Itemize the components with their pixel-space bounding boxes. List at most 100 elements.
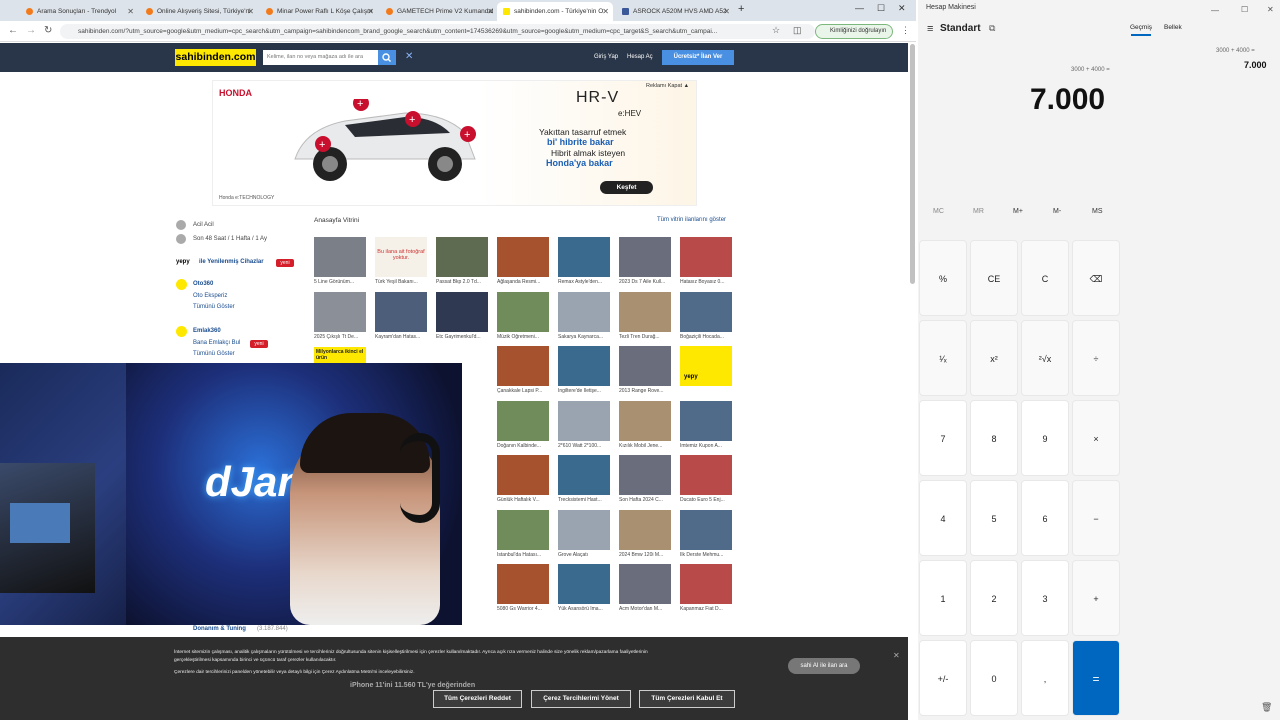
listing-thumbnail[interactable] bbox=[558, 455, 610, 495]
calc-key[interactable]: CE bbox=[970, 240, 1018, 316]
listing-caption[interactable]: İstanbul'da Hatası... bbox=[497, 552, 553, 558]
calc-key[interactable]: ⌫ bbox=[1072, 240, 1120, 316]
register-link[interactable]: Hesap Aç bbox=[627, 54, 653, 60]
close-tab-icon[interactable]: ✕ bbox=[127, 7, 134, 16]
calc-maximize-icon[interactable]: ☐ bbox=[1241, 5, 1248, 14]
calc-key[interactable]: 4 bbox=[919, 480, 967, 556]
forward-icon[interactable]: → bbox=[26, 25, 36, 36]
close-tab-icon[interactable]: ✕ bbox=[367, 7, 374, 16]
history-tab[interactable]: Geçmiş bbox=[1130, 24, 1152, 31]
listing-caption[interactable]: Sakarya Kaynarca... bbox=[558, 334, 614, 340]
accept-cookies-button[interactable]: Tüm Çerezleri Kabul Et bbox=[639, 690, 735, 708]
listing-thumbnail[interactable] bbox=[619, 564, 671, 604]
listing-caption[interactable]: Son Hafta 2024 C... bbox=[619, 497, 675, 503]
tab-trendyol-1[interactable]: Arama Sonuçları - Trendyol ✕ bbox=[20, 2, 138, 21]
mem-ms[interactable]: MS bbox=[1092, 208, 1103, 215]
listing-thumbnail[interactable] bbox=[619, 237, 671, 277]
listing-caption[interactable]: Passat Bkp 2.0 Td... bbox=[436, 279, 492, 285]
nav-oto360[interactable]: Oto360 bbox=[193, 281, 213, 287]
tab-trendyol-2[interactable]: Online Alışveriş Sitesi, Türkiye'ni ✕ bbox=[140, 2, 258, 21]
mem-mc[interactable]: MC bbox=[933, 208, 944, 215]
maximize-icon[interactable]: ☐ bbox=[877, 3, 885, 14]
listing-caption[interactable]: Acm Motor'dan M... bbox=[619, 606, 675, 612]
listing-thumbnail[interactable] bbox=[497, 564, 549, 604]
listing-caption[interactable]: Hatasız Boyasız 0... bbox=[680, 279, 736, 285]
listing-thumbnail[interactable] bbox=[680, 509, 732, 550]
listing-thumbnail[interactable] bbox=[558, 509, 610, 550]
calc-key[interactable]: 2 bbox=[970, 560, 1018, 636]
listing-caption[interactable]: 2025 Çıkışlı Tt De... bbox=[314, 334, 370, 340]
listing-caption[interactable]: Çanakkale Lapsi P... bbox=[497, 388, 553, 394]
listing-thumbnail[interactable] bbox=[619, 291, 671, 332]
calc-minimize-icon[interactable]: — bbox=[1211, 6, 1219, 15]
calc-key[interactable]: 5 bbox=[970, 480, 1018, 556]
menu-dots-icon[interactable]: ⋮ bbox=[901, 25, 910, 36]
tab-trendyol-3[interactable]: Minar Power Raflı L Köşe Çalışm ✕ bbox=[260, 2, 378, 21]
minimize-icon[interactable]: — bbox=[855, 3, 864, 13]
honda-ad-banner[interactable]: HONDA Reklamı Kapat ▲ + + + + HR-V e:HEV… bbox=[212, 80, 697, 206]
ai-search-bubble[interactable]: sahi AI ile ilan ara bbox=[788, 658, 860, 674]
cookie-close-icon[interactable]: ✕ bbox=[893, 651, 900, 660]
listing-thumbnail[interactable] bbox=[436, 291, 488, 332]
hamburger-menu-icon[interactable]: ≡ bbox=[927, 23, 933, 35]
nav-oto-expert[interactable]: Oto Eksperiz bbox=[193, 293, 227, 299]
close-ad-link[interactable]: Reklamı Kapat ▲ bbox=[646, 83, 689, 89]
listing-caption[interactable]: Kayram'dan Hatas... bbox=[375, 334, 431, 340]
close-tab-icon[interactable]: ✕ bbox=[247, 7, 254, 16]
listing-caption[interactable]: Boğaziçili Hocada... bbox=[680, 334, 736, 340]
calc-key[interactable]: +/- bbox=[919, 640, 967, 716]
listing-thumbnail[interactable] bbox=[497, 400, 549, 441]
calc-key[interactable]: x² bbox=[970, 320, 1018, 396]
listing-thumbnail[interactable] bbox=[619, 509, 671, 550]
listing-caption[interactable]: Ağlaşanda Resmi... bbox=[497, 279, 553, 285]
listing-thumbnail[interactable] bbox=[558, 346, 610, 386]
clear-search-icon[interactable]: ✕ bbox=[405, 51, 413, 62]
listing-thumbnail[interactable] bbox=[680, 291, 732, 332]
listing-thumbnail[interactable] bbox=[314, 237, 366, 277]
mem-mminus[interactable]: M- bbox=[1053, 208, 1061, 215]
listing-caption[interactable]: Ducato Euro 5 Enj... bbox=[680, 497, 736, 503]
listing-caption[interactable]: Grove Alaçatı bbox=[558, 552, 614, 558]
tab-sahibinden[interactable]: sahibinden.com - Türkiye'nin O ✕ bbox=[497, 2, 613, 21]
calc-key[interactable]: 0 bbox=[970, 640, 1018, 716]
listing-thumbnail[interactable]: yepy bbox=[680, 346, 732, 386]
listing-caption[interactable]: 5080 Gs Warrior 4... bbox=[497, 606, 553, 612]
listing-thumbnail[interactable] bbox=[558, 291, 610, 332]
listing-thumbnail[interactable] bbox=[375, 291, 427, 332]
nav-emlak360[interactable]: Emlak360 bbox=[193, 328, 221, 334]
calc-key[interactable]: + bbox=[1072, 560, 1120, 636]
nav-recent[interactable]: Son 48 Saat / 1 Hafta / 1 Ay bbox=[193, 236, 267, 242]
listing-caption[interactable]: Remax Astyle'den... bbox=[558, 279, 614, 285]
close-tab-icon[interactable]: ✕ bbox=[487, 7, 494, 16]
nav-urgent[interactable]: Acil Acil bbox=[193, 222, 214, 228]
listing-thumbnail[interactable] bbox=[497, 346, 549, 386]
page-scrollbar[interactable] bbox=[910, 44, 915, 284]
calc-key[interactable]: 6 bbox=[1021, 480, 1069, 556]
listing-thumbnail[interactable] bbox=[680, 400, 732, 441]
nav-donanim[interactable]: Donanım & Tuning bbox=[193, 626, 246, 632]
listing-caption[interactable]: İmtemiz Kupon A... bbox=[680, 443, 736, 449]
iphone-promo[interactable]: iPhone 11'ini 11.560 TL'ye değerinden bbox=[350, 682, 475, 689]
calc-key[interactable]: = bbox=[1072, 640, 1120, 716]
calc-key[interactable]: % bbox=[919, 240, 967, 316]
back-icon[interactable]: ← bbox=[8, 25, 18, 36]
extension-icon[interactable]: ◫ bbox=[793, 25, 802, 36]
listing-caption[interactable]: 5 Line Görünüm... bbox=[314, 279, 370, 285]
calc-key[interactable]: C bbox=[1021, 240, 1069, 316]
calc-key[interactable]: 8 bbox=[970, 400, 1018, 476]
listing-caption[interactable]: Türk Yeşil Bakanı... bbox=[375, 279, 431, 285]
listing-thumbnail[interactable] bbox=[619, 400, 671, 441]
listing-caption[interactable]: 2023 Ds 7 Aile Kull... bbox=[619, 279, 675, 285]
calc-key[interactable]: 9 bbox=[1021, 400, 1069, 476]
listing-caption[interactable]: Tezli Tren Durağ... bbox=[619, 334, 675, 340]
listing-thumbnail[interactable] bbox=[680, 237, 732, 277]
listing-caption[interactable]: Kızılık Mobil Jene... bbox=[619, 443, 675, 449]
listing-caption[interactable]: Günlük Haftalık V... bbox=[497, 497, 553, 503]
listing-caption[interactable]: İlk Derste Mehmu... bbox=[680, 552, 736, 558]
listing-thumbnail[interactable]: Bu ilana ait fotoğraf yoktur. bbox=[375, 237, 427, 277]
listing-caption[interactable]: Etc Gayrimenkul'd... bbox=[436, 334, 492, 340]
reject-cookies-button[interactable]: Tüm Çerezleri Reddet bbox=[433, 690, 522, 708]
listing-thumbnail[interactable] bbox=[436, 237, 488, 277]
login-link[interactable]: Giriş Yap bbox=[594, 54, 618, 60]
listing-thumbnail[interactable] bbox=[497, 455, 549, 495]
